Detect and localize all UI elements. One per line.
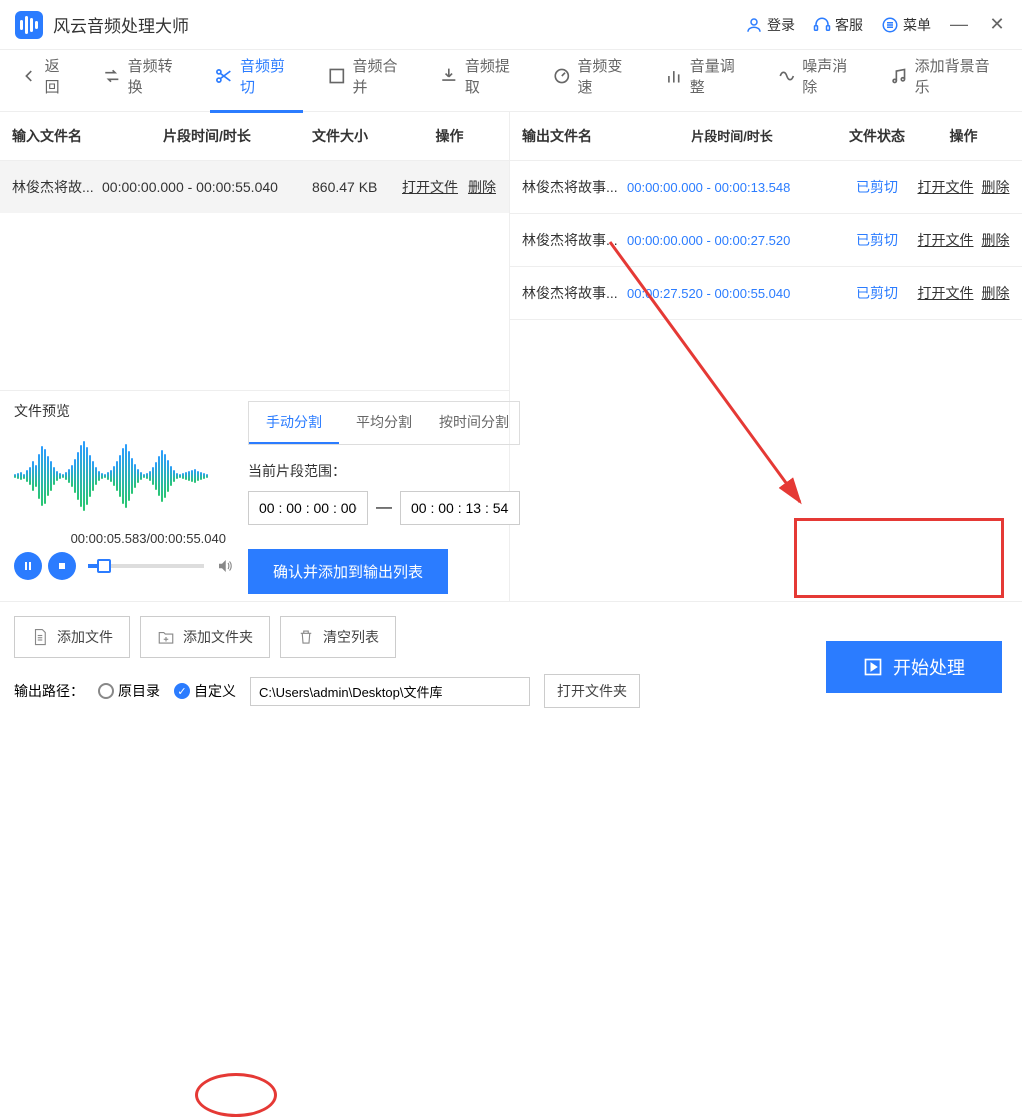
pause-icon [22, 560, 34, 572]
user-icon [745, 16, 763, 34]
stop-button[interactable] [48, 552, 76, 580]
output-table-header: 输出文件名 片段时间/时长 文件状态 操作 [510, 112, 1022, 161]
annotation-rect-start [794, 518, 1004, 598]
minimize-button[interactable]: — [949, 14, 969, 35]
app-logo [15, 11, 43, 39]
output-time: 00:00:00.000 - 00:00:27.520 [627, 233, 837, 248]
extract-icon [439, 66, 459, 86]
trash-icon [297, 628, 315, 646]
input-delete-link[interactable]: 删除 [468, 177, 496, 197]
range-separator: — [376, 499, 392, 517]
split-tab-average[interactable]: 平均分割 [339, 402, 429, 444]
menu-button[interactable]: 菜单 [881, 15, 931, 35]
radio-source-dir[interactable]: 原目录 [98, 681, 160, 701]
add-file-button[interactable]: 添加文件 [14, 616, 130, 658]
tab-cut[interactable]: 音频剪切 [210, 49, 302, 113]
open-folder-button[interactable]: 打开文件夹 [544, 674, 640, 708]
split-tab-bytime[interactable]: 按时间分割 [429, 402, 519, 444]
range-label: 当前片段范围： [248, 461, 520, 481]
add-folder-button[interactable]: 添加文件夹 [140, 616, 270, 658]
clear-list-button[interactable]: 清空列表 [280, 616, 396, 658]
output-path-input[interactable] [250, 677, 530, 706]
input-row[interactable]: 林俊杰将故... 00:00:00.000 - 00:00:55.040 860… [0, 161, 509, 213]
stop-icon [56, 560, 68, 572]
preview-title: 文件预览 [14, 401, 234, 421]
input-open-link[interactable]: 打开文件 [402, 177, 458, 197]
play-box-icon [863, 657, 883, 677]
service-button[interactable]: 客服 [813, 15, 863, 35]
input-filename: 林俊杰将故... [12, 177, 102, 197]
radio-checked-icon [174, 683, 190, 699]
merge-icon [327, 66, 347, 86]
music-icon [889, 66, 909, 86]
close-button[interactable]: ✕ [987, 14, 1007, 35]
tab-extract[interactable]: 音频提取 [435, 49, 527, 113]
output-open-link[interactable]: 打开文件 [918, 177, 974, 197]
output-status: 已剪切 [837, 283, 917, 303]
output-delete-link[interactable]: 删除 [982, 177, 1010, 197]
folder-plus-icon [157, 628, 175, 646]
output-open-link[interactable]: 打开文件 [918, 230, 974, 250]
convert-icon [102, 66, 122, 86]
pause-button[interactable] [14, 552, 42, 580]
time-display: 00:00:05.583/00:00:55.040 [14, 531, 234, 546]
tab-speed[interactable]: 音频变速 [548, 49, 640, 113]
output-filename: 林俊杰将故事... [522, 283, 627, 303]
output-row: 林俊杰将故事...00:00:00.000 - 00:00:27.520已剪切打… [510, 214, 1022, 267]
output-row: 林俊杰将故事...00:00:27.520 - 00:00:55.040已剪切打… [510, 267, 1022, 320]
output-open-link[interactable]: 打开文件 [918, 283, 974, 303]
confirm-add-button[interactable]: 确认并添加到输出列表 [248, 549, 448, 594]
annotation-oval-custom [195, 1073, 277, 1117]
output-delete-link[interactable]: 删除 [982, 283, 1010, 303]
output-path-label: 输出路径： [14, 681, 84, 701]
file-icon [31, 628, 49, 646]
start-processing-button[interactable]: 开始处理 [826, 641, 1002, 693]
login-button[interactable]: 登录 [745, 15, 795, 35]
output-time: 00:00:00.000 - 00:00:13.548 [627, 180, 837, 195]
output-delete-link[interactable]: 删除 [982, 230, 1010, 250]
output-filename: 林俊杰将故事... [522, 230, 627, 250]
input-table-header: 输入文件名 片段时间/时长 文件大小 操作 [0, 112, 509, 161]
output-row: 林俊杰将故事...00:00:00.000 - 00:00:13.548已剪切打… [510, 161, 1022, 214]
scissors-icon [214, 66, 234, 86]
headset-icon [813, 16, 831, 34]
output-time: 00:00:27.520 - 00:00:55.040 [627, 286, 837, 301]
back-arrow-icon [19, 66, 39, 86]
denoise-icon [777, 66, 797, 86]
split-tab-manual[interactable]: 手动分割 [249, 402, 339, 444]
radio-custom-dir[interactable]: 自定义 [174, 681, 236, 701]
back-button[interactable]: 返回 [15, 49, 78, 113]
tab-denoise[interactable]: 噪声消除 [773, 49, 865, 113]
progress-slider[interactable] [88, 564, 204, 568]
input-size: 860.47 KB [312, 179, 402, 195]
input-time: 00:00:00.000 - 00:00:55.040 [102, 179, 312, 195]
volume-adjust-icon [664, 66, 684, 86]
tab-volume[interactable]: 音量调整 [660, 49, 752, 113]
app-title: 风云音频处理大师 [53, 12, 745, 37]
waveform[interactable] [14, 431, 234, 521]
range-to-input[interactable] [400, 491, 520, 525]
output-filename: 林俊杰将故事... [522, 177, 627, 197]
range-from-input[interactable] [248, 491, 368, 525]
tab-bgmusic[interactable]: 添加背景音乐 [885, 49, 1007, 113]
radio-icon [98, 683, 114, 699]
speed-icon [552, 66, 572, 86]
volume-icon[interactable] [216, 557, 234, 575]
output-status: 已剪切 [837, 177, 917, 197]
menu-icon [881, 16, 899, 34]
tab-merge[interactable]: 音频合并 [323, 49, 415, 113]
output-status: 已剪切 [837, 230, 917, 250]
tab-convert[interactable]: 音频转换 [98, 49, 190, 113]
